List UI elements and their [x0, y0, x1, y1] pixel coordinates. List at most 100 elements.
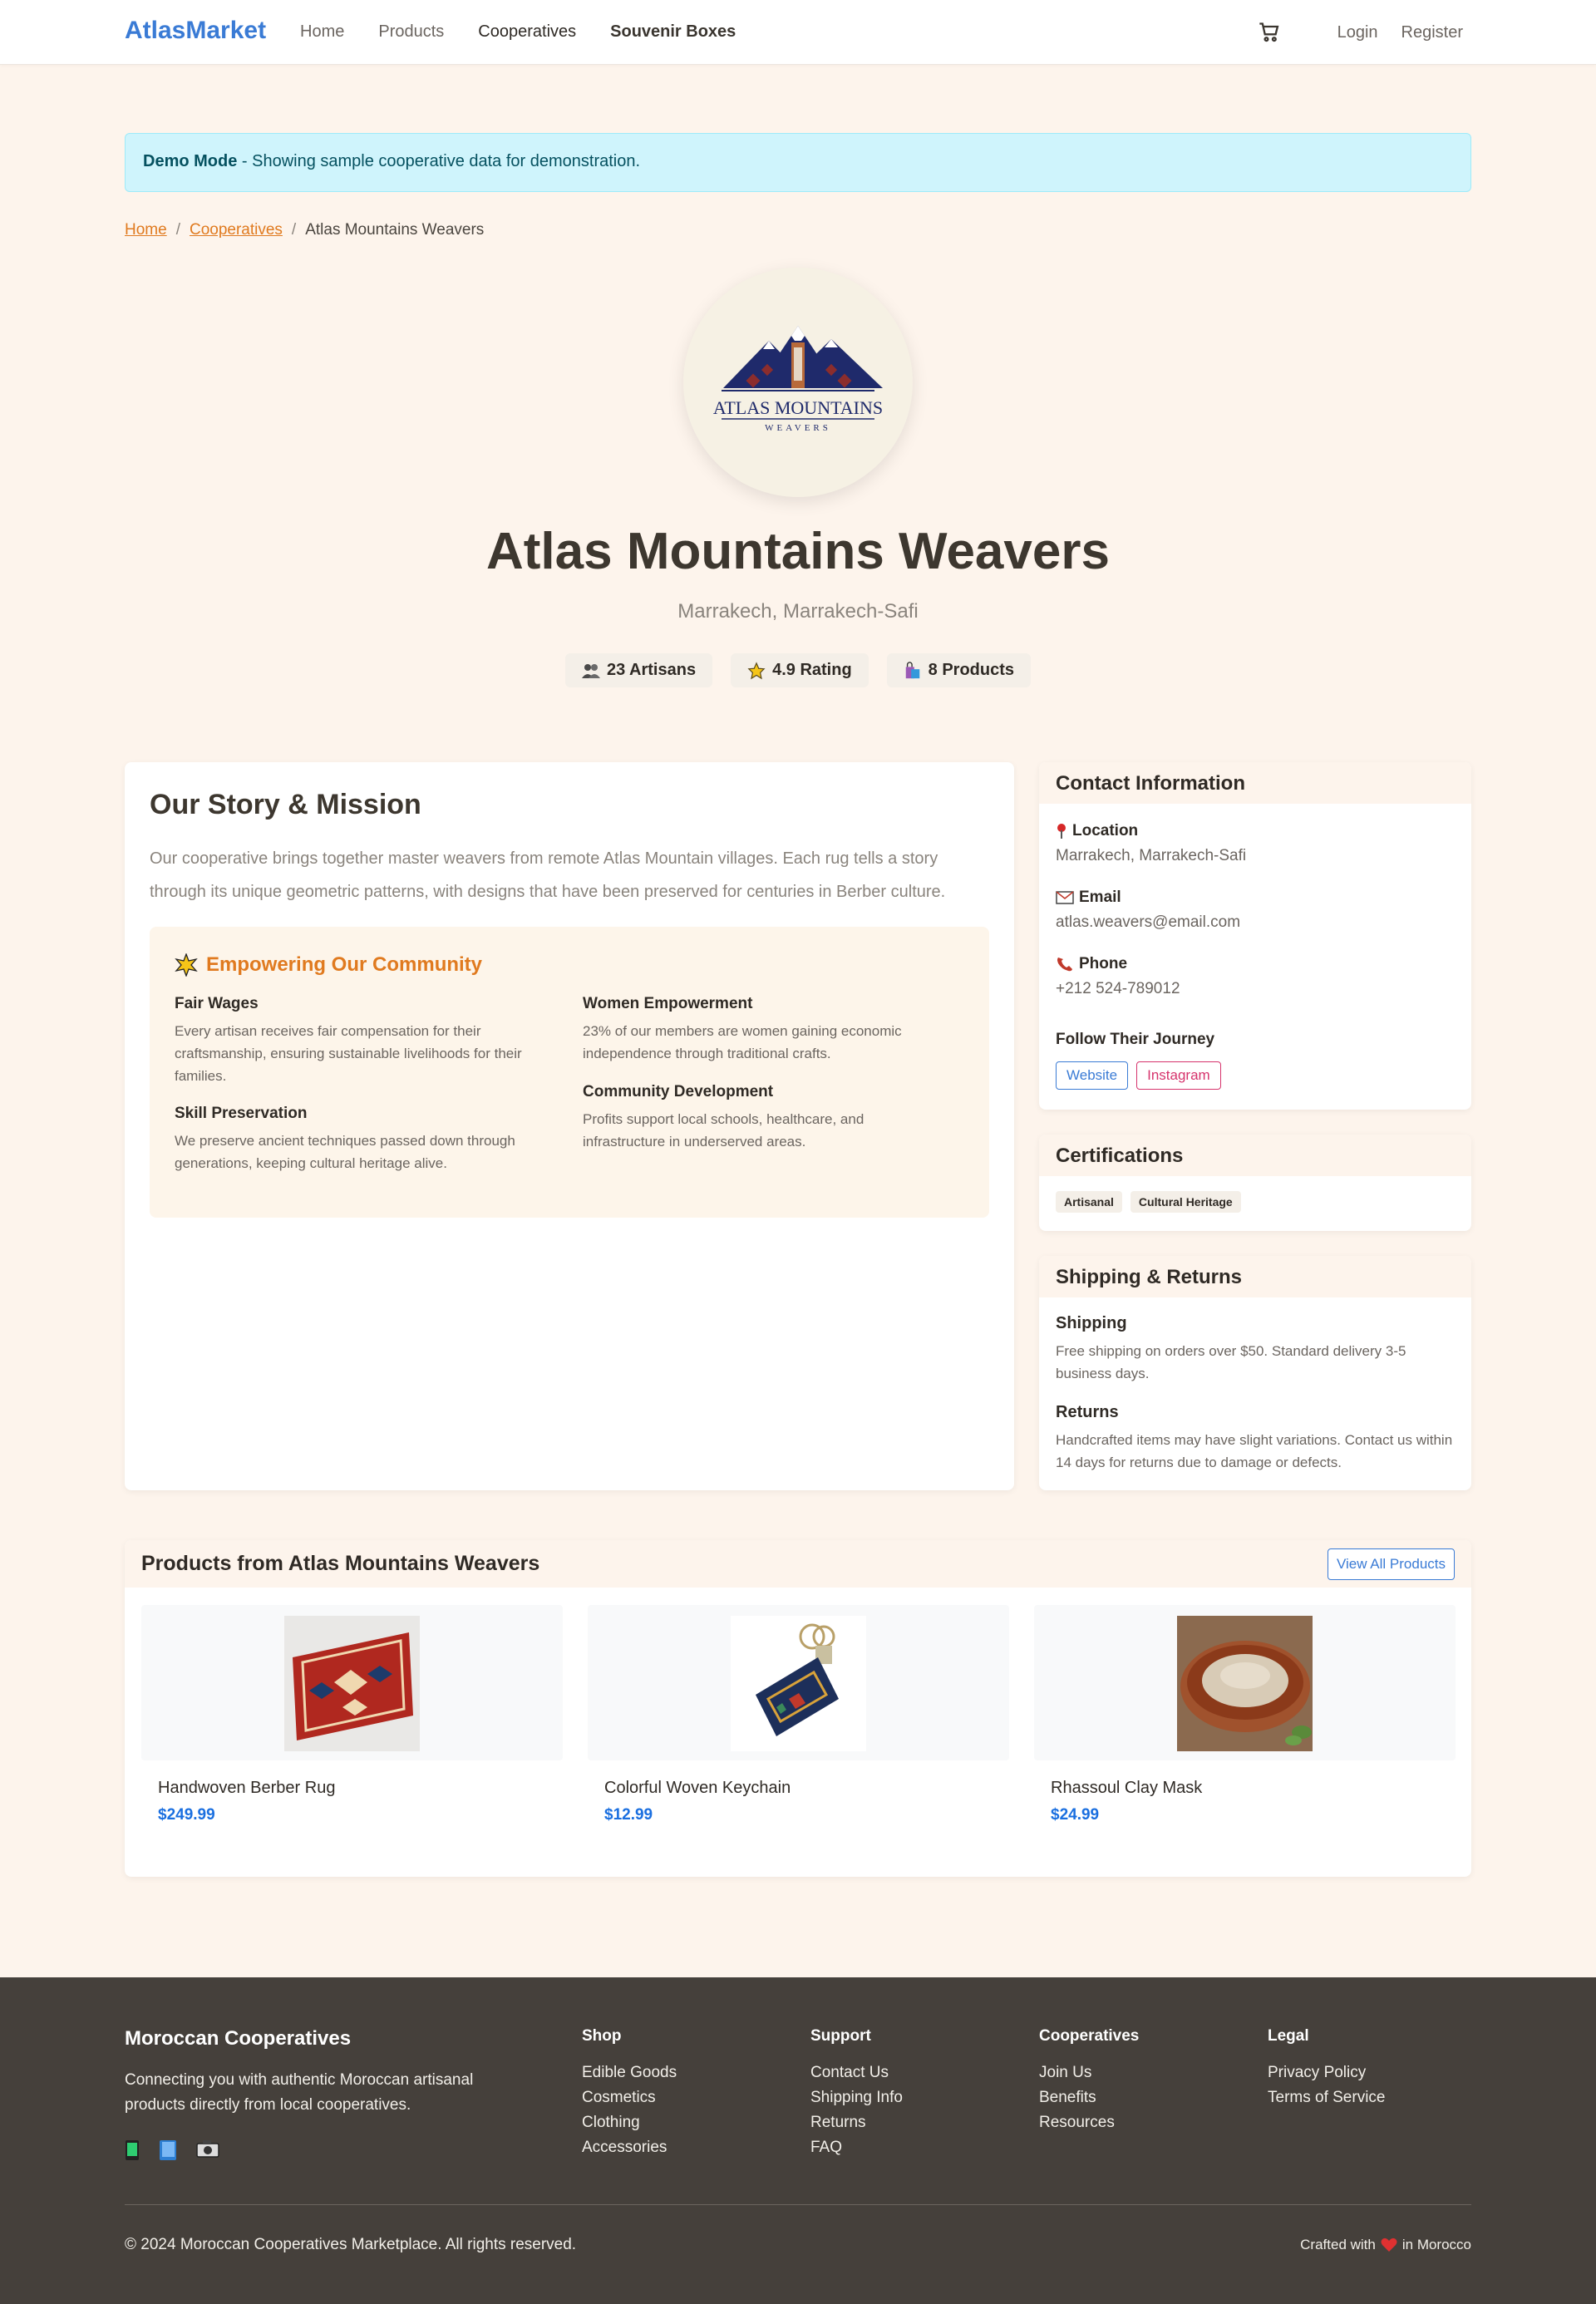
product-card[interactable]: Colorful Woven Keychain $12.99: [588, 1605, 1009, 1824]
footer-link[interactable]: FAQ: [810, 2135, 903, 2160]
demo-alert: Demo Mode - Showing sample cooperative d…: [125, 133, 1471, 192]
product-card[interactable]: Rhassoul Clay Mask $24.99: [1034, 1605, 1456, 1824]
footer-link[interactable]: Shipping Info: [810, 2085, 903, 2110]
certification-badge: Artisanal: [1056, 1191, 1122, 1213]
instagram-button[interactable]: Instagram: [1136, 1061, 1221, 1090]
footer-link[interactable]: Terms of Service: [1268, 2085, 1385, 2110]
community-item-title: Community Development: [583, 1083, 774, 1100]
book-icon[interactable]: [158, 2139, 178, 2161]
product-card[interactable]: Handwoven Berber Rug $249.99: [141, 1605, 563, 1824]
keychain-image: [731, 1616, 866, 1751]
footer-link[interactable]: Contact Us: [810, 2060, 903, 2085]
website-button[interactable]: Website: [1056, 1061, 1129, 1090]
products-title: Products from Atlas Mountains Weavers: [141, 1552, 540, 1575]
footer-column-legal: Legal Privacy Policy Terms of Service: [1268, 2027, 1385, 2110]
returns-info: Returns Handcrafted items may have sligh…: [1056, 1403, 1455, 1474]
nav-souvenir-boxes[interactable]: Souvenir Boxes: [610, 22, 736, 42]
contact-phone: Phone +212 524-789012: [1056, 955, 1180, 998]
brand-logo[interactable]: AtlasMarket: [125, 17, 266, 45]
footer-link[interactable]: Cosmetics: [582, 2085, 677, 2110]
phone-icon[interactable]: [125, 2139, 140, 2161]
footer-link[interactable]: Privacy Policy: [1268, 2060, 1385, 2085]
community-item-title: Skill Preservation: [175, 1105, 308, 1122]
stat-products: 8 Products: [886, 653, 1032, 687]
community-item-text: Every artisan receives fair compensation…: [175, 1023, 522, 1084]
certification-list: Artisanal Cultural Heritage: [1056, 1191, 1241, 1213]
nav-cooperatives[interactable]: Cooperatives: [478, 22, 576, 42]
footer-column-title: Legal: [1268, 2027, 1309, 2045]
footer-column-title: Shop: [582, 2027, 622, 2045]
footer-brand: Moroccan Cooperatives: [125, 2027, 352, 2050]
contact-email-label: Email: [1079, 889, 1121, 906]
community-item-skill-preservation: Skill Preservation We preserve ancient t…: [175, 1105, 540, 1174]
view-all-products-button[interactable]: View All Products: [1327, 1548, 1455, 1580]
contact-phone-value[interactable]: +212 524-789012: [1056, 980, 1180, 998]
breadcrumb-cooperatives[interactable]: Cooperatives: [190, 221, 283, 239]
footer-link[interactable]: Returns: [810, 2110, 903, 2135]
breadcrumb-home[interactable]: Home: [125, 221, 167, 239]
footer-column-title: Support: [810, 2027, 871, 2045]
returns-text: Handcrafted items may have slight variat…: [1056, 1432, 1453, 1470]
community-title: Empowering Our Community: [206, 953, 483, 976]
cart-icon[interactable]: [1258, 21, 1281, 44]
alert-text: - Showing sample cooperative data for de…: [237, 152, 641, 170]
product-name[interactable]: Rhassoul Clay Mask: [1051, 1779, 1456, 1798]
cooperative-logo: ATLAS MOUNTAINS WEAVERS: [683, 268, 913, 497]
footer-link[interactable]: Edible Goods: [582, 2060, 677, 2085]
nav-products[interactable]: Products: [378, 22, 444, 42]
crafted-after: in Morocco: [1401, 2237, 1471, 2252]
footer-column-title: Cooperatives: [1039, 2027, 1140, 2045]
returns-title: Returns: [1056, 1403, 1119, 1421]
product-price: $24.99: [1051, 1806, 1100, 1824]
story-title: Our Story & Mission: [150, 789, 421, 820]
shipping-card-title: Shipping & Returns: [1039, 1256, 1471, 1297]
stat-products-label: 8 Products: [928, 661, 1015, 679]
breadcrumb-separator: /: [291, 221, 297, 239]
rug-image: [284, 1616, 420, 1751]
product-name[interactable]: Handwoven Berber Rug: [158, 1779, 563, 1798]
breadcrumb-separator: /: [175, 221, 180, 239]
shipping-card: Shipping & Returns Shipping Free shippin…: [1039, 1256, 1471, 1490]
stats-row: 23 Artisans 4.9 Rating 8 Products: [0, 653, 1596, 687]
community-item-community-development: Community Development Profits support lo…: [583, 1083, 948, 1153]
footer-crafted: Crafted with in Morocco: [1300, 2237, 1471, 2253]
footer-link[interactable]: Resources: [1039, 2110, 1139, 2135]
footer: Moroccan Cooperatives Connecting you wit…: [0, 1977, 1596, 2304]
nav-home[interactable]: Home: [300, 22, 344, 42]
shopping-bag-icon: [905, 661, 919, 678]
contact-location-value: Marrakech, Marrakech-Safi: [1056, 847, 1247, 864]
contact-email-value[interactable]: atlas.weavers@email.com: [1056, 913, 1240, 932]
story-intro: Our cooperative brings together master w…: [150, 849, 946, 901]
footer-link[interactable]: Accessories: [582, 2135, 677, 2160]
product-name[interactable]: Colorful Woven Keychain: [604, 1779, 1009, 1798]
certifications-card: Certifications Artisanal Cultural Herita…: [1039, 1135, 1471, 1231]
email-icon: [1056, 891, 1074, 904]
community-box: Empowering Our Community Fair Wages Ever…: [150, 927, 989, 1218]
footer-social-icons: [125, 2139, 219, 2161]
camera-icon[interactable]: [196, 2139, 219, 2158]
shipping-title: Shipping: [1056, 1314, 1127, 1332]
nav-links: Home Products Cooperatives Souvenir Boxe…: [300, 22, 770, 42]
stat-rating-label: 4.9 Rating: [772, 661, 852, 679]
community-item-text: Profits support local schools, healthcar…: [583, 1111, 864, 1150]
breadcrumb: Home / Cooperatives / Atlas Mountains We…: [125, 221, 484, 239]
register-link[interactable]: Register: [1401, 23, 1463, 42]
contact-phone-label: Phone: [1079, 955, 1128, 972]
community-item-title: Fair Wages: [175, 995, 259, 1012]
login-link[interactable]: Login: [1337, 23, 1378, 42]
footer-link[interactable]: Join Us: [1039, 2060, 1139, 2085]
story-card: Our Story & Mission Our cooperative brin…: [125, 762, 1014, 1490]
products-card: Products from Atlas Mountains Weavers Vi…: [125, 1540, 1471, 1877]
phone-icon: [1057, 958, 1072, 972]
contact-location: Location Marrakech, Marrakech-Safi: [1056, 822, 1246, 865]
shipping-info: Shipping Free shipping on orders over $5…: [1056, 1314, 1455, 1385]
footer-link[interactable]: Clothing: [582, 2110, 677, 2135]
stat-artisans-label: 23 Artisans: [606, 661, 697, 679]
footer-link[interactable]: Benefits: [1039, 2085, 1139, 2110]
breadcrumb-current: Atlas Mountains Weavers: [305, 221, 485, 239]
footer-divider: [125, 2204, 1471, 2205]
crafted-before: Crafted with: [1300, 2237, 1376, 2252]
pin-icon: [1057, 824, 1066, 839]
navbar: AtlasMarket Home Products Cooperatives S…: [0, 0, 1596, 65]
stat-rating: 4.9 Rating: [731, 653, 869, 687]
